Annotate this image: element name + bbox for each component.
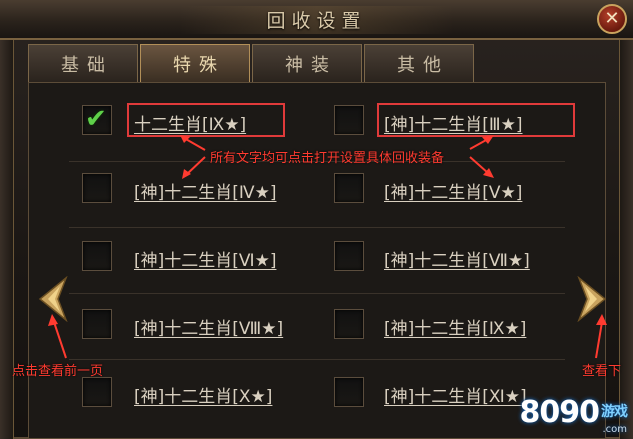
tab-other[interactable]: 其他 <box>364 44 474 82</box>
next-hint-arrow <box>595 314 607 359</box>
item-label-link[interactable]: [神]十二生肖[Ⅶ★] <box>384 246 530 271</box>
tab-basic[interactable]: 基础 <box>28 44 138 82</box>
item-label-link[interactable]: [神]十二生肖[Ⅷ★] <box>134 314 283 339</box>
close-icon: ✕ <box>604 8 620 29</box>
item-checkbox[interactable] <box>82 241 112 271</box>
labels-hint-annotation: 所有文字均可点击打开设置具体回收装备 <box>210 151 445 166</box>
prev-hint-arrow <box>48 314 67 359</box>
close-button[interactable]: ✕ <box>597 4 627 34</box>
item-checkbox[interactable] <box>82 309 112 339</box>
row-divider <box>69 227 565 228</box>
tab-divine-gear[interactable]: 神装 <box>252 44 362 82</box>
item-checkbox[interactable] <box>334 173 364 203</box>
prev-page-annotation: 点击查看前一页 <box>12 364 104 379</box>
item-checkbox[interactable]: ✔ <box>82 104 112 135</box>
next-page-annotation: 查看下 <box>582 364 622 379</box>
highlight-box <box>127 103 285 137</box>
watermark-suffix: 游戏 <box>601 404 628 420</box>
item-label-link[interactable]: [神]十二生肖[Ⅸ★] <box>384 314 526 339</box>
tab-bar: 基础 特殊 神装 其他 <box>28 44 476 82</box>
item-checkbox[interactable] <box>334 105 364 135</box>
item-checkbox[interactable] <box>334 377 364 407</box>
item-label-link[interactable]: [神]十二生肖[Ⅳ★] <box>134 178 276 203</box>
item-label-link[interactable]: [神]十二生肖[Ⅵ★] <box>134 246 276 271</box>
row-divider <box>69 359 565 360</box>
right-frame-border <box>619 0 633 439</box>
row-divider <box>69 293 565 294</box>
highlight-box <box>377 103 575 137</box>
window-title: 回收设置 <box>266 10 367 32</box>
item-checkbox[interactable] <box>82 173 112 203</box>
tab-special[interactable]: 特殊 <box>140 44 250 82</box>
title-bar: 回收设置 ✕ <box>0 0 633 40</box>
item-label-link[interactable]: [神]十二生肖[Ⅺ★] <box>384 382 527 407</box>
item-checkbox[interactable] <box>82 377 112 407</box>
checkmark-icon: ✔ <box>85 104 107 134</box>
item-label-link[interactable]: [神]十二生肖[Ⅹ★] <box>134 382 272 407</box>
watermark-brand: 8090 <box>519 395 600 430</box>
item-checkbox[interactable] <box>334 309 364 339</box>
item-label-link[interactable]: [神]十二生肖[Ⅴ★] <box>384 178 522 203</box>
item-checkbox[interactable] <box>334 241 364 271</box>
site-watermark-logo: 8090 游戏 .com <box>519 395 629 435</box>
